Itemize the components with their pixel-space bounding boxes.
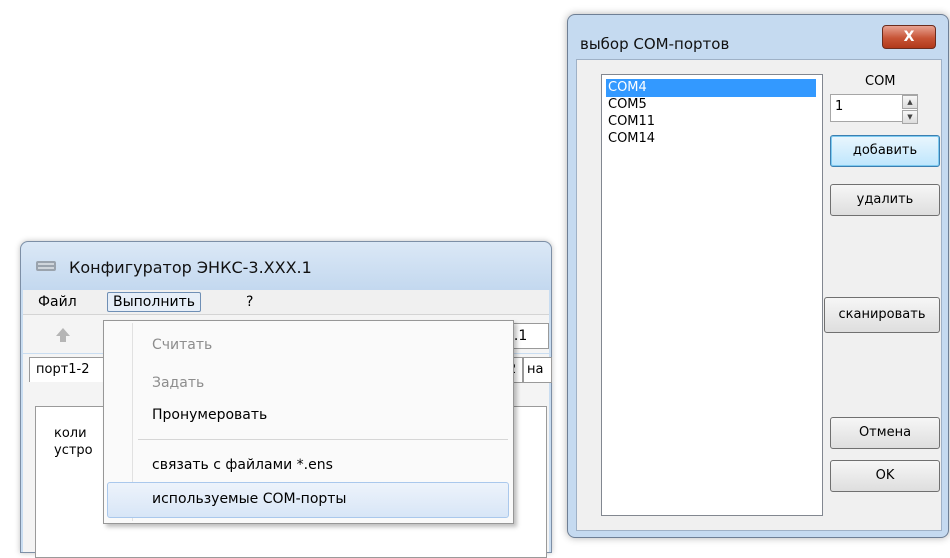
content-text: коли устро xyxy=(54,425,93,459)
upload-icon[interactable] xyxy=(53,325,73,345)
menu-item-set[interactable]: Задать xyxy=(152,375,204,391)
list-item-com11[interactable]: COM11 xyxy=(606,113,816,131)
tab-partial-b[interactable]: на xyxy=(523,357,552,383)
menu-separator xyxy=(138,439,508,440)
stepper-up-icon[interactable]: ▲ xyxy=(902,95,918,109)
menu-file[interactable]: Файл xyxy=(33,293,82,311)
close-button[interactable]: X xyxy=(882,25,936,49)
dialog-title: выбор COM-портов xyxy=(580,35,730,53)
stepper-buttons: ▲ ▼ xyxy=(902,95,918,124)
stepper-down-icon[interactable]: ▼ xyxy=(902,110,918,124)
content-line-2: устро xyxy=(54,443,93,458)
list-item-com4[interactable]: COM4 xyxy=(606,79,816,97)
com-label: COM xyxy=(865,74,896,89)
menu-item-link-files[interactable]: связать с файлами *.ens xyxy=(152,457,333,473)
menu-bar: Файл Выполнить ? xyxy=(23,290,549,315)
app-icon xyxy=(36,261,56,271)
scan-button[interactable]: сканировать xyxy=(824,297,940,333)
main-window-title: Конфигуратор ЭНКС-3.XXX.1 xyxy=(69,258,312,277)
com-number-value[interactable]: 1 xyxy=(835,99,843,114)
cancel-button[interactable]: Отмена xyxy=(830,417,940,449)
add-button[interactable]: добавить xyxy=(830,135,940,167)
list-item-com5[interactable]: COM5 xyxy=(606,96,816,114)
menu-help[interactable]: ? xyxy=(241,293,258,311)
menu-run[interactable]: Выполнить xyxy=(107,292,201,312)
dialog-body: COM4 COM5 COM11 COM14 COM 1 ▲ ▼ добавить… xyxy=(576,59,942,531)
ok-button[interactable]: OK xyxy=(830,460,940,492)
com-port-dialog: выбор COM-портов X COM4 COM5 COM11 COM14… xyxy=(567,14,949,538)
menu-item-com-ports[interactable]: используемые COM-порты xyxy=(152,491,346,507)
menu-item-enumerate[interactable]: Пронумеровать xyxy=(152,407,267,423)
tab-port[interactable]: порт1-2 xyxy=(29,357,107,382)
close-icon: X xyxy=(903,29,915,45)
menu-item-read[interactable]: Считать xyxy=(152,337,212,353)
list-item-com14[interactable]: COM14 xyxy=(606,130,816,148)
remove-button[interactable]: удалить xyxy=(830,184,940,216)
run-dropdown-menu: Считать Задать Пронумеровать связать с ф… xyxy=(103,320,514,524)
main-title-bar[interactable]: Конфигуратор ЭНКС-3.XXX.1 xyxy=(21,242,551,290)
com-port-list[interactable]: COM4 COM5 COM11 COM14 xyxy=(601,74,823,516)
content-line-1: коли xyxy=(54,426,87,441)
